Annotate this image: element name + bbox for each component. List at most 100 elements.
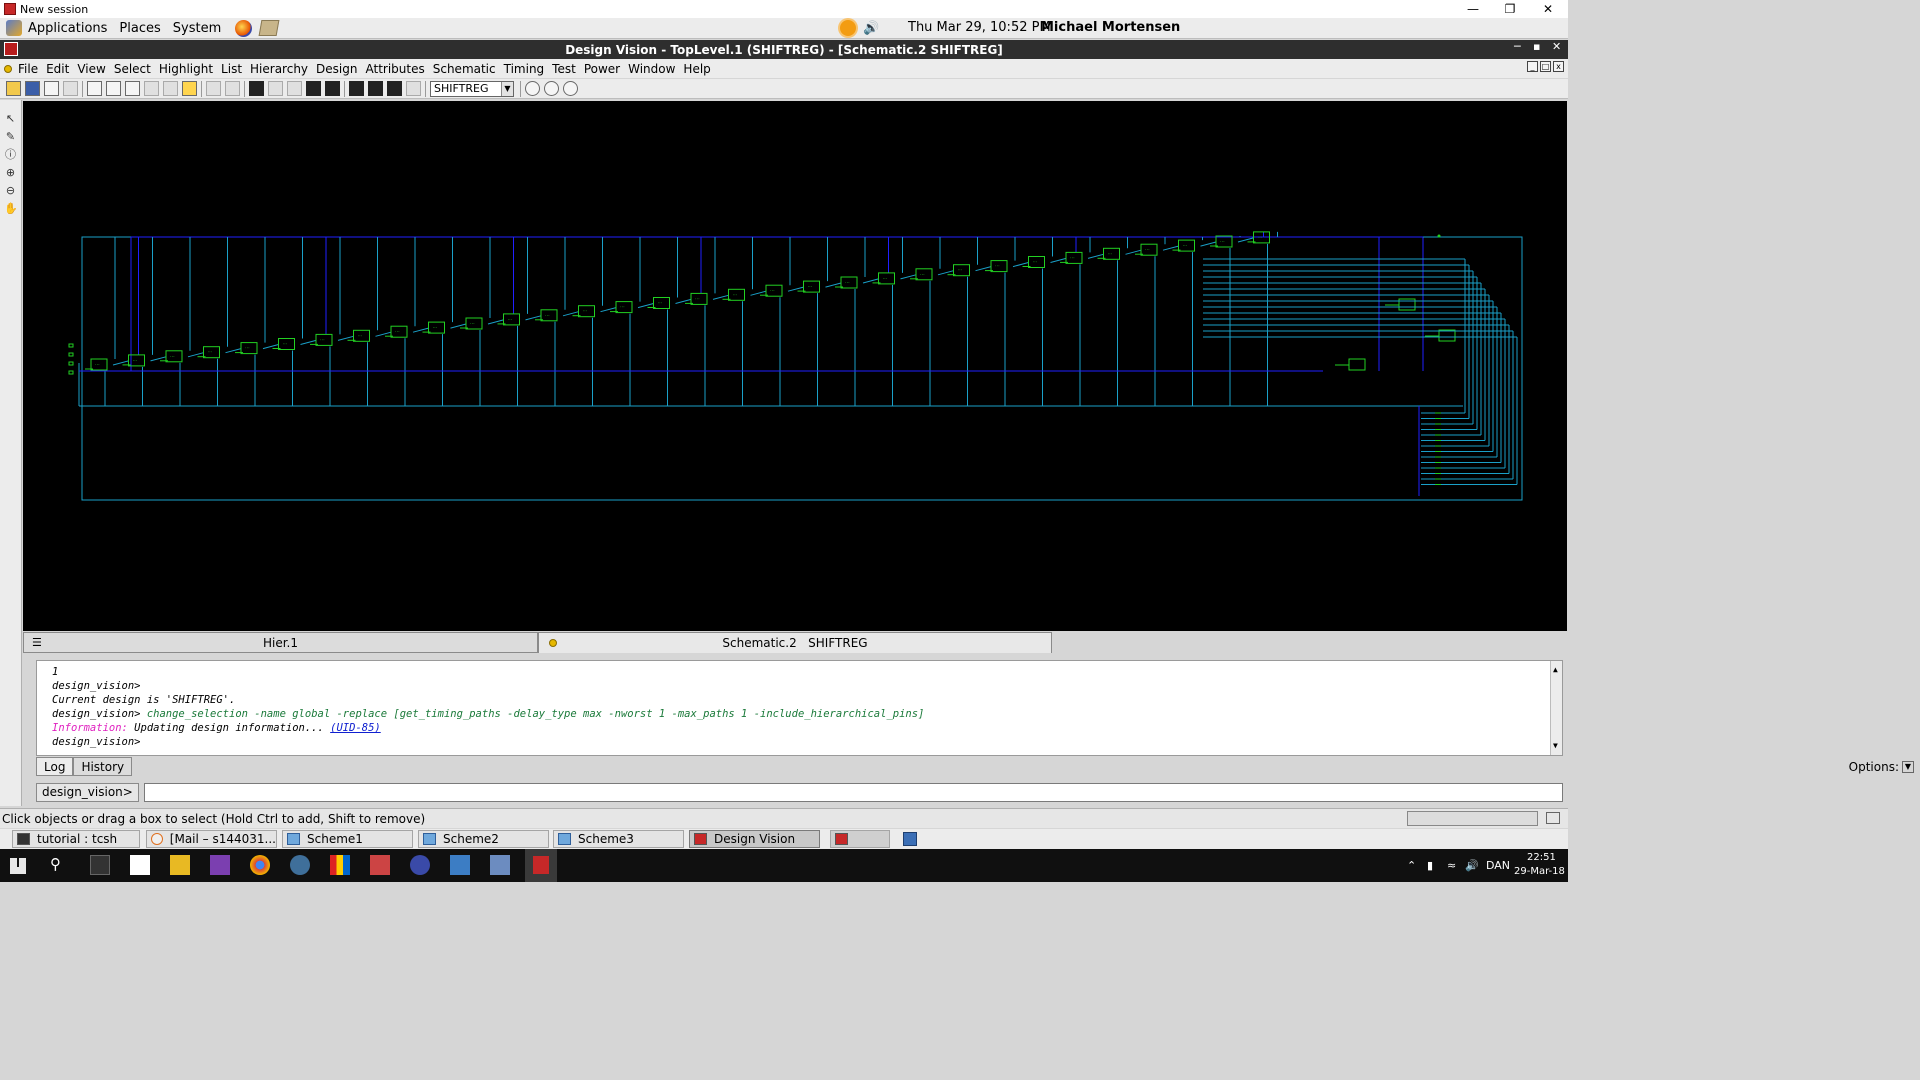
app-close-icon[interactable]: ✕ — [1552, 40, 1561, 53]
menu-select[interactable]: Select — [110, 62, 155, 76]
mdi-restore-icon[interactable]: □ — [1540, 61, 1551, 72]
design-schematic-icon[interactable] — [325, 81, 340, 96]
app-maximize-icon[interactable]: ▪ — [1533, 40, 1540, 53]
menu-design[interactable]: Design — [312, 62, 361, 76]
zoom-fit-icon[interactable] — [87, 81, 102, 96]
tab-history[interactable]: History — [73, 757, 133, 776]
copy-icon[interactable] — [63, 81, 78, 96]
info-icon[interactable]: ⓘ — [4, 148, 17, 161]
pencil-icon[interactable]: ✎ — [4, 130, 17, 143]
pinned-app-icon[interactable] — [490, 855, 510, 875]
menu-test[interactable]: Test — [548, 62, 580, 76]
task-scheme3[interactable]: Scheme3 — [553, 830, 684, 848]
zoom-fit-all-icon[interactable] — [563, 81, 578, 96]
zoom-2-icon[interactable] — [106, 81, 121, 96]
menu-places[interactable]: Places — [119, 21, 160, 36]
network-app-icon[interactable] — [450, 855, 470, 875]
file-explorer-icon[interactable] — [170, 855, 190, 875]
zoom-out-tool-icon[interactable]: ⊖ — [4, 184, 17, 197]
task-design-vision[interactable]: Design Vision — [689, 830, 820, 848]
schematic-drawing[interactable]: ··· ··· ··· ··· ··· ··· ··· ··· ··· ··· ··· ··· ··· ·… — [23, 101, 1567, 631]
menu-edit[interactable]: Edit — [42, 62, 73, 76]
push-hierarchy-icon[interactable] — [206, 81, 221, 96]
console-uid-link[interactable]: (UID-85) — [330, 722, 381, 734]
menu-power[interactable]: Power — [580, 62, 624, 76]
eclipse-icon[interactable] — [410, 855, 430, 875]
status-panel-icon[interactable] — [1546, 812, 1560, 824]
globe-icon[interactable] — [290, 855, 310, 875]
task-pager[interactable] — [830, 830, 890, 848]
tab-hier-1[interactable]: ☰ Hier.1 — [23, 632, 538, 653]
timing-analysis-icon[interactable] — [368, 81, 383, 96]
app-launcher-icon[interactable] — [330, 855, 350, 875]
minimize-window-icon[interactable]: — — [1455, 0, 1491, 18]
tab-schematic-2[interactable]: Schematic.2 SHIFTREG — [538, 632, 1052, 653]
menu-window[interactable]: Window — [624, 62, 679, 76]
tab-log[interactable]: Log — [36, 757, 74, 776]
mdi-close-icon[interactable]: x — [1553, 61, 1564, 72]
search-icon[interactable]: ⚲ — [50, 855, 70, 875]
save-icon[interactable] — [25, 81, 40, 96]
path-schematic-icon[interactable] — [306, 81, 321, 96]
restore-window-icon[interactable]: ❐ — [1492, 0, 1528, 18]
symbol-view-icon[interactable] — [268, 81, 283, 96]
task-view-icon[interactable] — [90, 855, 110, 875]
task-scheme2[interactable]: Scheme2 — [418, 830, 549, 848]
trash-icon[interactable] — [903, 832, 917, 846]
menu-timing[interactable]: Timing — [500, 62, 549, 76]
task-scheme1[interactable]: Scheme1 — [282, 830, 413, 848]
select-pointer-icon[interactable]: ↖ — [4, 112, 17, 125]
volume-icon[interactable]: 🔊 — [1465, 859, 1479, 872]
histogram-icon[interactable] — [349, 81, 364, 96]
panel-user-name[interactable]: Michael Mortensen — [1041, 20, 1180, 35]
taskbar-time[interactable]: 22:51 — [1527, 852, 1556, 863]
close-window-icon[interactable]: ✕ — [1530, 0, 1566, 18]
text-editor-launcher-icon[interactable] — [258, 20, 280, 36]
highlight-icon[interactable] — [182, 81, 197, 96]
command-input[interactable] — [143, 782, 1563, 802]
panel-clock[interactable]: Thu Mar 29, 10:52 PM — [908, 20, 1051, 35]
language-indicator[interactable]: DAN — [1486, 859, 1510, 872]
wifi-icon[interactable]: ≈ — [1447, 859, 1456, 872]
zoom-in-tool-icon[interactable]: ⊕ — [4, 166, 17, 179]
menu-hierarchy[interactable]: Hierarchy — [246, 62, 312, 76]
firefox-launcher-icon[interactable] — [235, 19, 253, 37]
pdf-icon[interactable] — [370, 855, 390, 875]
app-minimize-icon[interactable]: ─ — [1514, 40, 1521, 53]
design-select[interactable]: SHIFTREG ▼ — [430, 80, 514, 97]
schematic-canvas[interactable]: ··· ··· ··· ··· ··· ··· ··· ··· ··· ··· ··· ··· ··· ·… — [23, 101, 1567, 631]
console-options[interactable]: Options: ▼ — [1849, 760, 1914, 774]
onenote-icon[interactable] — [210, 855, 230, 875]
console-scrollbar[interactable]: ▲ ▼ — [1550, 661, 1562, 755]
menu-view[interactable]: View — [73, 62, 109, 76]
zoom-prev-icon[interactable] — [144, 81, 159, 96]
active-app-highlight[interactable] — [525, 849, 557, 882]
menu-highlight[interactable]: Highlight — [155, 62, 217, 76]
menu-help[interactable]: Help — [679, 62, 714, 76]
design-vision-app-icon[interactable] — [4, 42, 18, 56]
scroll-up-icon[interactable]: ▲ — [1553, 663, 1558, 677]
menu-applications[interactable]: Applications — [28, 21, 107, 36]
open-icon[interactable] — [6, 81, 21, 96]
pop-hierarchy-icon[interactable] — [225, 81, 240, 96]
weather-sun-icon[interactable] — [840, 20, 856, 36]
mdi-minimize-icon[interactable]: _ — [1527, 61, 1538, 72]
calculator-icon[interactable] — [130, 855, 150, 875]
console-log[interactable]: 1 design_vision> Current design is 'SHIF… — [36, 660, 1563, 756]
menu-schematic[interactable]: Schematic — [429, 62, 500, 76]
taskbar-date[interactable]: 29-Mar-18 — [1514, 866, 1565, 877]
menu-attributes[interactable]: Attributes — [361, 62, 428, 76]
options-dropdown-icon[interactable]: ▼ — [1902, 761, 1914, 773]
chevron-down-icon[interactable]: ▼ — [501, 81, 513, 96]
scroll-down-icon[interactable]: ▼ — [1553, 739, 1558, 753]
windows-start-icon[interactable] — [10, 858, 26, 874]
zoom-next-icon[interactable] — [163, 81, 178, 96]
volume-speaker-icon[interactable]: 🔊 — [863, 21, 879, 36]
path-histogram-icon[interactable] — [387, 81, 402, 96]
print-icon[interactable] — [44, 81, 59, 96]
zoom-out-icon[interactable] — [544, 81, 559, 96]
schematic-view-icon[interactable] — [249, 81, 264, 96]
tray-chevron-icon[interactable]: ⌃ — [1407, 859, 1416, 872]
zoom-in-icon[interactable] — [525, 81, 540, 96]
task-tutorial-tcsh[interactable]: tutorial : tcsh — [12, 830, 140, 848]
